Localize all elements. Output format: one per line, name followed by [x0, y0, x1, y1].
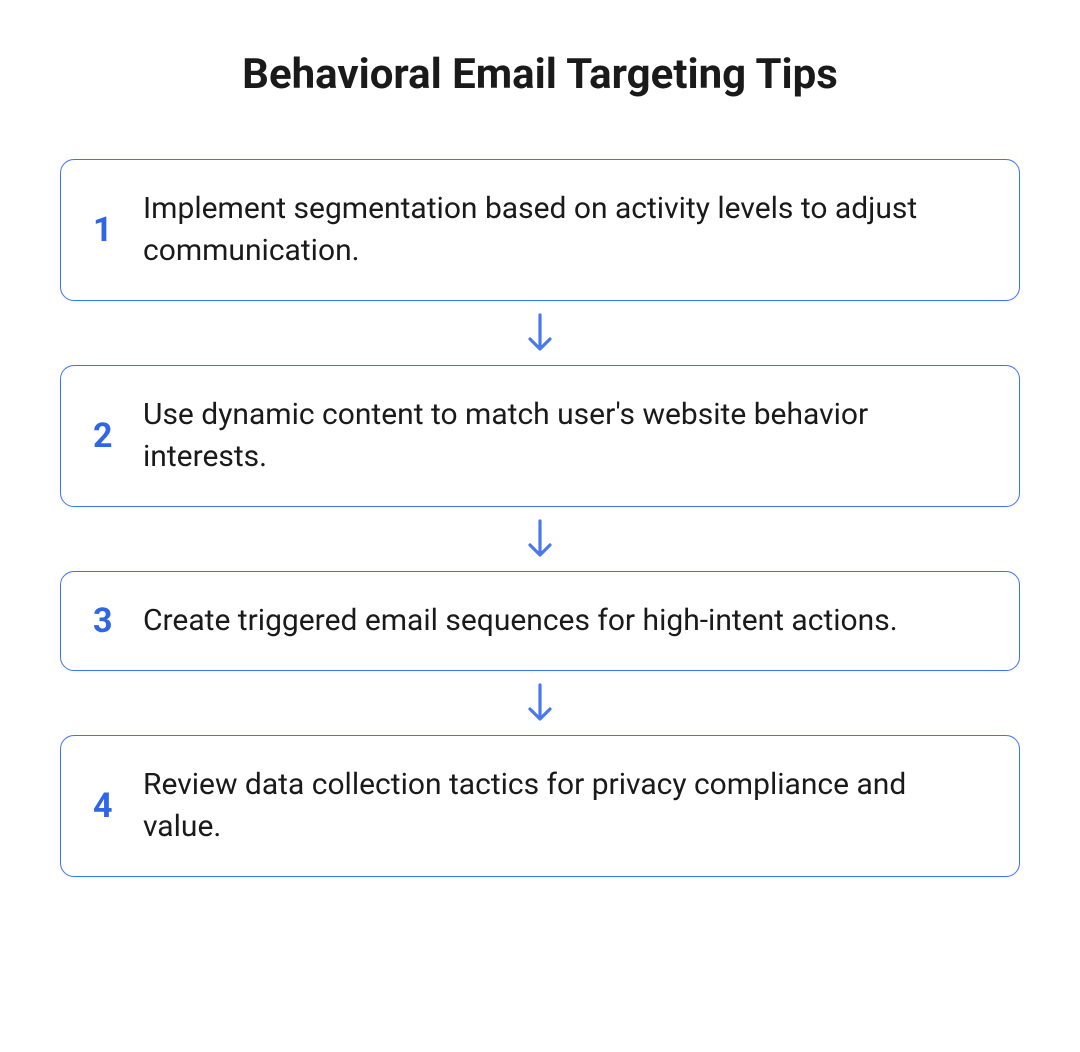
step-number: 1 — [93, 213, 121, 247]
step-number: 4 — [93, 789, 121, 823]
arrow-down-icon — [60, 301, 1020, 365]
page-title: Behavioral Email Targeting Tips — [60, 50, 1020, 99]
step-number: 2 — [93, 419, 121, 453]
step-number: 3 — [93, 604, 121, 638]
arrow-down-icon — [60, 671, 1020, 735]
steps-container: 1 Implement segmentation based on activi… — [60, 159, 1020, 877]
step-card-4: 4 Review data collection tactics for pri… — [60, 735, 1020, 877]
step-card-3: 3 Create triggered email sequences for h… — [60, 571, 1020, 671]
step-card-1: 1 Implement segmentation based on activi… — [60, 159, 1020, 301]
step-text: Use dynamic content to match user's webs… — [143, 394, 987, 478]
step-text: Review data collection tactics for priva… — [143, 764, 987, 848]
arrow-down-icon — [60, 507, 1020, 571]
step-text: Create triggered email sequences for hig… — [143, 600, 987, 642]
step-text: Implement segmentation based on activity… — [143, 188, 987, 272]
step-card-2: 2 Use dynamic content to match user's we… — [60, 365, 1020, 507]
